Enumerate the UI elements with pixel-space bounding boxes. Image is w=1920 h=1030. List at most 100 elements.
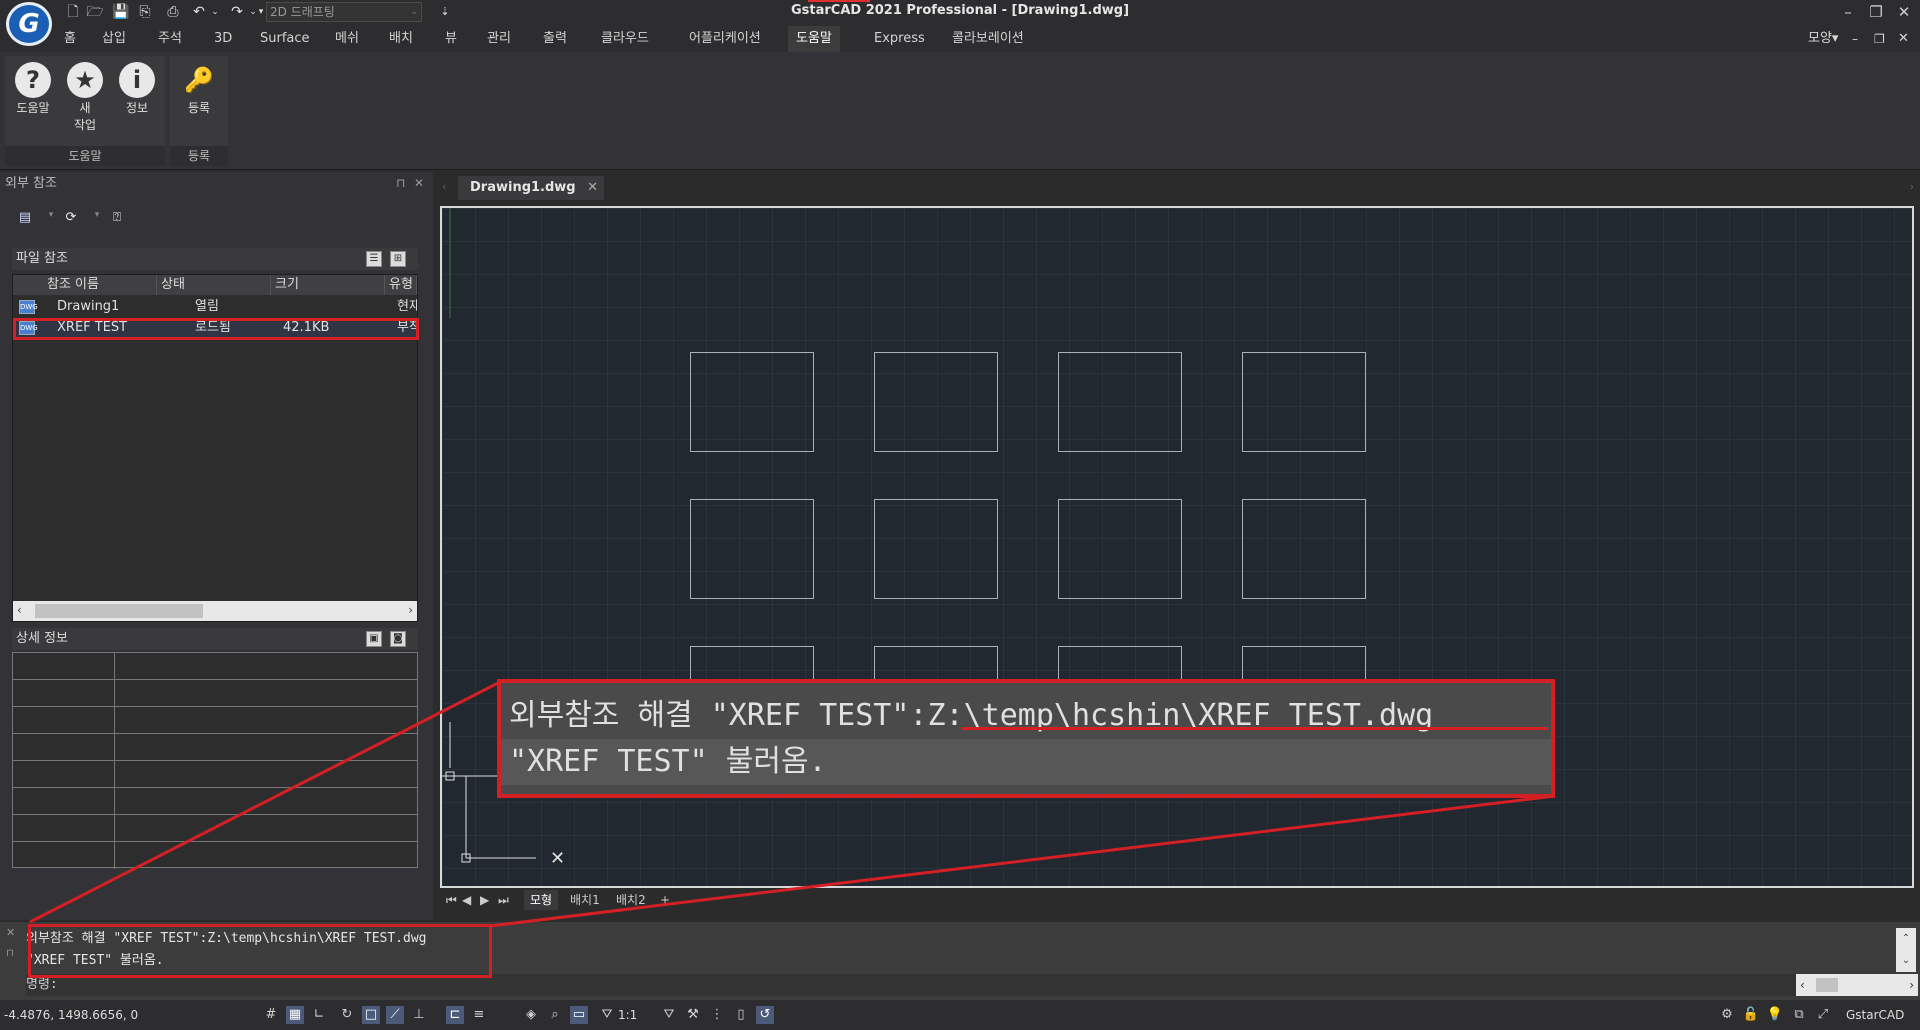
details-view-icon[interactable]: ▣ [366,631,382,647]
register-button[interactable]: 🔑 등록 [177,62,221,117]
tab-model[interactable]: 모형 [524,890,559,910]
ribbon-group-register: 🔑 등록 등록 [170,56,228,166]
app-logo[interactable]: G [6,2,52,46]
help-bubble-icon[interactable]: ⍰ [106,210,128,228]
tab-layout1[interactable]: 배치1 [564,890,606,910]
scroll-thumb[interactable] [35,604,203,618]
tab-annotate[interactable]: 주석 [150,26,190,52]
table-row[interactable]: DWG Drawing1 열림 현재 [13,297,417,317]
tab-surface[interactable]: Surface [252,26,318,52]
tab-layout2[interactable]: 배치2 [610,890,652,910]
command-horizontal-scrollbar[interactable]: ‹ › [1796,974,1918,996]
scroll-left-icon[interactable]: ‹ [17,603,22,617]
tab-express[interactable]: Express [866,26,933,52]
pin-icon[interactable]: ⊓ [396,176,405,190]
tab-insert[interactable]: 삽입 [94,26,134,52]
info-icon: i [119,62,155,98]
close-icon[interactable]: ✕ [414,176,424,190]
help-button[interactable]: ? 도움말 [11,62,55,117]
scroll-left-icon[interactable]: ‹ [1796,978,1805,992]
path-underline [962,727,1548,730]
annotation-visibility-icon[interactable]: ⛛ [660,1006,678,1024]
otrack-icon[interactable]: ⟋ [386,1006,404,1024]
whats-new-label: 새 작업 [73,101,97,132]
tree-view-icon[interactable]: ⊞ [390,251,406,267]
details-grid [12,652,418,869]
preview-view-icon[interactable]: ◙ [390,631,406,647]
about-button[interactable]: i 정보 [115,62,159,117]
doc-restore-button[interactable]: ❐ [1874,26,1885,52]
scroll-right-icon[interactable]: › [1909,974,1914,996]
layout-tabs: ⏮ ◀ ▶ ⏭ 모형 배치1 배치2 + [440,890,1914,910]
details-row [13,707,417,734]
auto-scale-icon[interactable]: ⚒ [684,1006,702,1024]
tab-view[interactable]: 뷰 [437,26,465,52]
dyn-input-icon[interactable]: ⊏ [446,1006,464,1024]
viewport-icon[interactable]: ▭ [570,1006,588,1024]
document-tabs: ‹ Drawing1.dwg ✕ › [438,176,1920,200]
svg-text:✕: ✕ [550,848,565,869]
lineweight-icon[interactable]: ≡ [470,1006,488,1024]
list-view-icon[interactable]: ☰ [366,251,382,267]
tab-cloud[interactable]: 클라우드 [593,26,657,52]
clean-screen-icon[interactable]: ▯ [732,1006,750,1024]
cycle-icon[interactable]: ↺ [756,1006,774,1024]
grid-icon[interactable]: ▦ [286,1006,304,1024]
fullscreen-icon[interactable]: ⤢ [1814,1006,1832,1024]
add-layout-icon[interactable]: + [654,890,676,910]
tab-manage[interactable]: 관리 [479,26,519,52]
tab-output[interactable]: 출력 [535,26,575,52]
annotation-scale-icon[interactable]: ⛛ [598,1006,616,1024]
snap-icon[interactable]: # [262,1006,280,1024]
isolate-icon[interactable]: ⧉ [1790,1006,1808,1024]
tab-collaboration[interactable]: 콜라보레이션 [944,26,1032,52]
horizontal-scrollbar[interactable]: ‹ › [13,601,417,621]
tab-applications[interactable]: 어플리케이션 [681,26,769,52]
status-bar: -4.4876, 1498.6656, 0 # ▦ ∟ ↻ □ ⟋ ⊥ ⊏ ≡ … [0,1000,1920,1030]
tab-help[interactable]: 도움말 [788,26,840,52]
whats-new-button[interactable]: ★ 새 작업 [63,62,107,134]
tab-layout[interactable]: 배치 [381,26,421,52]
last-layout-icon[interactable]: ⏭ [492,890,515,910]
doc-close-button[interactable]: ✕ [1898,26,1909,52]
bulb-icon[interactable]: 💡 [1766,1006,1784,1024]
tab-3d[interactable]: 3D [206,26,240,52]
tab-home[interactable]: 홈 [56,26,84,52]
close-button[interactable]: ✕ [1892,2,1916,22]
scroll-right-icon[interactable]: › [408,603,413,617]
lock-icon[interactable]: 🔓 [1742,1006,1760,1024]
tab-mesh[interactable]: 메쉬 [327,26,367,52]
tab-scroll-right-icon[interactable]: › [1910,180,1914,193]
ribbon-group-help: ? 도움말 ★ 새 작업 i 정보 도움말 [5,56,165,166]
zoom-icon[interactable]: ⌕ [546,1006,564,1024]
scroll-thumb[interactable] [1816,978,1838,992]
restore-button[interactable]: ❐ [1864,2,1888,22]
attach-dwg-icon[interactable]: ▤ [14,210,36,228]
close-icon[interactable]: ✕ [6,926,15,939]
refresh-icon[interactable]: ⟳ [60,210,82,228]
pin-icon[interactable]: ⊓ [6,948,14,959]
ortho-icon[interactable]: ∟ [310,1006,328,1024]
appearance-menu[interactable]: 모양▾ [1808,26,1838,52]
command-vertical-scrollbar[interactable]: ⌃ ⌄ [1896,928,1916,972]
grid-toggle-icon[interactable]: ⋮ [708,1006,726,1024]
col-size[interactable]: 크기 [271,275,385,295]
osnap-icon[interactable]: □ [362,1006,380,1024]
about-button-label: 정보 [125,101,149,115]
gear-icon[interactable]: ⚙ [1718,1006,1736,1024]
row-status: 열림 [195,299,219,314]
col-type[interactable]: 유형 [385,275,417,295]
close-icon[interactable]: ✕ [587,176,598,200]
polar-icon[interactable]: ↻ [338,1006,356,1024]
col-status[interactable]: 상태 [157,275,271,295]
tab-drawing1[interactable]: Drawing1.dwg ✕ [458,176,604,200]
col-ref-name[interactable]: 참조 이름 [43,275,157,295]
scale-value[interactable]: 1:1 [618,1000,637,1030]
minimize-button[interactable]: – [1836,2,1860,22]
dyn-ucs-icon[interactable]: ⊥ [410,1006,428,1024]
doc-minimize-button[interactable]: – [1852,26,1858,52]
layers-icon[interactable]: ◈ [522,1006,540,1024]
tab-scroll-left-icon[interactable]: ‹ [442,180,446,193]
refresh-dropdown-icon[interactable]: ▾ [86,210,108,228]
attach-dropdown-icon[interactable]: ▾ [40,210,62,228]
